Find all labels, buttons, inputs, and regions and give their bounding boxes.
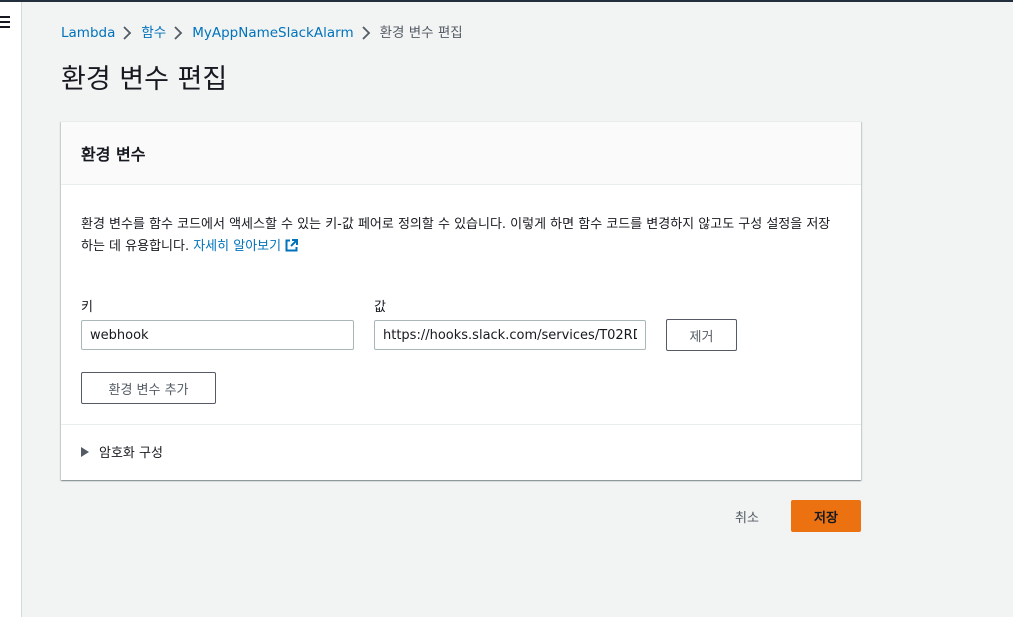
panel-title: 환경 변수 [81, 145, 146, 164]
encryption-config-expander[interactable]: 암호화 구성 [81, 442, 163, 461]
top-border [0, 0, 1013, 2]
chevron-right-icon [354, 23, 380, 43]
remove-button[interactable]: 제거 [666, 319, 737, 351]
breadcrumb: Lambda 함수 MyAppNameSlackAlarm 환경 변수 편집 [61, 23, 463, 43]
cancel-button[interactable]: 취소 [716, 500, 778, 532]
key-label: 키 [81, 300, 93, 315]
learn-more-label: 자세히 알아보기 [193, 239, 282, 254]
key-input[interactable] [81, 320, 354, 350]
environment-variables-panel: 환경 변수 환경 변수를 함수 코드에서 액세스할 수 있는 키-값 페어로 정… [61, 121, 861, 480]
breadcrumb-current: 환경 변수 편집 [379, 25, 463, 41]
panel-header: 환경 변수 [61, 122, 861, 185]
breadcrumb-function-name[interactable]: MyAppNameSlackAlarm [192, 23, 353, 43]
chevron-right-icon [166, 23, 192, 43]
value-input[interactable] [374, 320, 646, 350]
panel-description: 환경 변수를 함수 코드에서 액세스할 수 있는 키-값 페어로 정의할 수 있… [81, 214, 841, 260]
value-label: 값 [374, 300, 386, 315]
breadcrumb-lambda[interactable]: Lambda [61, 23, 115, 43]
panel-divider [61, 424, 861, 425]
page-title: 환경 변수 편집 [61, 64, 228, 95]
learn-more-link[interactable]: 자세히 알아보기 [193, 239, 299, 254]
add-environment-variable-button[interactable]: 환경 변수 추가 [81, 372, 216, 404]
breadcrumb-functions[interactable]: 함수 [141, 23, 166, 43]
save-button[interactable]: 저장 [791, 500, 861, 532]
side-navigation [0, 2, 22, 617]
chevron-right-icon [115, 23, 141, 43]
menu-icon[interactable] [0, 16, 10, 31]
caret-right-icon [81, 446, 89, 457]
encryption-config-label: 암호화 구성 [99, 446, 163, 461]
external-link-icon [285, 238, 299, 260]
